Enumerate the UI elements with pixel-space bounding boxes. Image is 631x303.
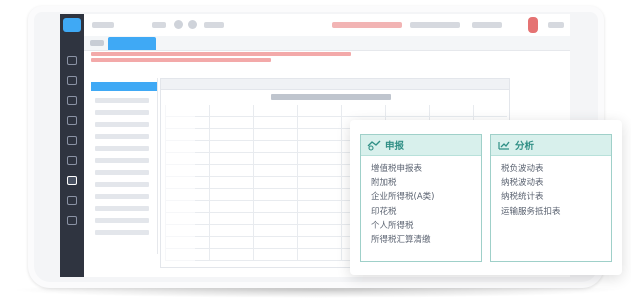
toolbar-item[interactable] [548,22,564,28]
app-logo-icon [63,18,81,32]
sidebar-nav-icon[interactable] [67,116,77,125]
declare-icon [367,140,381,151]
declare-link[interactable]: 所得税汇算清缴 [371,233,481,247]
declare-link[interactable]: 企业所得税(A类) [371,190,481,204]
sheet-title-placeholder [271,94,391,100]
sidebar-nav-icon[interactable] [67,56,77,65]
sidebar-nav-icon[interactable] [67,156,77,165]
notice-line [91,58,271,62]
toolbar-item[interactable] [204,22,224,28]
card-analysis: 分析 税负波动表 纳税波动表 纳税统计表 运输服务抵扣表 [490,134,612,262]
sidebar-nav-icon-active[interactable] [67,176,77,185]
tree-item[interactable] [95,194,149,199]
report-tree [91,78,158,254]
card-declare: 申报 增值税申报表 附加税 企业所得税(A类) 印花税 个人所得税 所得税汇算清… [360,134,482,262]
toolbar-dropdown[interactable] [152,22,166,28]
tree-item[interactable] [95,230,149,235]
tree-item[interactable] [95,218,149,223]
tab-bar [84,36,570,51]
add-icon[interactable] [174,20,183,29]
tab-home[interactable] [90,40,104,46]
app-sidebar [60,14,84,277]
feature-panel: 申报 增值税申报表 附加税 企业所得税(A类) 印花税 个人所得税 所得税汇算清… [350,120,622,275]
sidebar-nav-icon[interactable] [67,76,77,85]
tree-item[interactable] [95,110,149,115]
sidebar-nav-icon[interactable] [67,96,77,105]
declare-link[interactable]: 增值税申报表 [371,162,481,176]
declare-link[interactable]: 附加税 [371,176,481,190]
analysis-link[interactable]: 纳税波动表 [501,176,611,190]
card-declare-title: 申报 [385,141,405,152]
sidebar-nav-icon[interactable] [67,196,77,205]
tree-item[interactable] [95,170,149,175]
tree-item[interactable] [95,98,149,103]
analysis-icon [498,141,510,150]
toolbar-item[interactable] [410,22,460,28]
tree-item[interactable] [95,182,149,187]
card-declare-header: 申报 [361,135,481,156]
toolbar-icon[interactable] [188,20,197,29]
tree-item[interactable] [95,122,149,127]
tree-item[interactable] [95,134,149,139]
declare-link[interactable]: 个人所得税 [371,219,481,233]
toolbar-alert[interactable] [332,22,402,28]
sidebar-nav-icon[interactable] [67,136,77,145]
declare-link[interactable]: 印花税 [371,205,481,219]
analysis-link[interactable]: 纳税统计表 [501,190,611,204]
column-header-bar [161,79,509,90]
card-analysis-header: 分析 [491,135,611,156]
row-headers [165,105,195,261]
avatar[interactable] [528,17,538,33]
tree-item[interactable] [95,206,149,211]
toolbar-item[interactable] [472,22,502,28]
analysis-link[interactable]: 税负波动表 [501,162,611,176]
card-analysis-title: 分析 [515,141,535,152]
analysis-link[interactable]: 运输服务抵扣表 [501,205,611,219]
tree-item-selected[interactable] [91,82,157,91]
notice-line [91,52,351,56]
tree-item[interactable] [95,146,149,151]
tree-item[interactable] [95,158,149,163]
tab-active[interactable] [108,37,156,50]
top-toolbar [84,14,570,37]
toolbar-item[interactable] [92,22,114,28]
sidebar-nav-icon[interactable] [67,216,77,225]
